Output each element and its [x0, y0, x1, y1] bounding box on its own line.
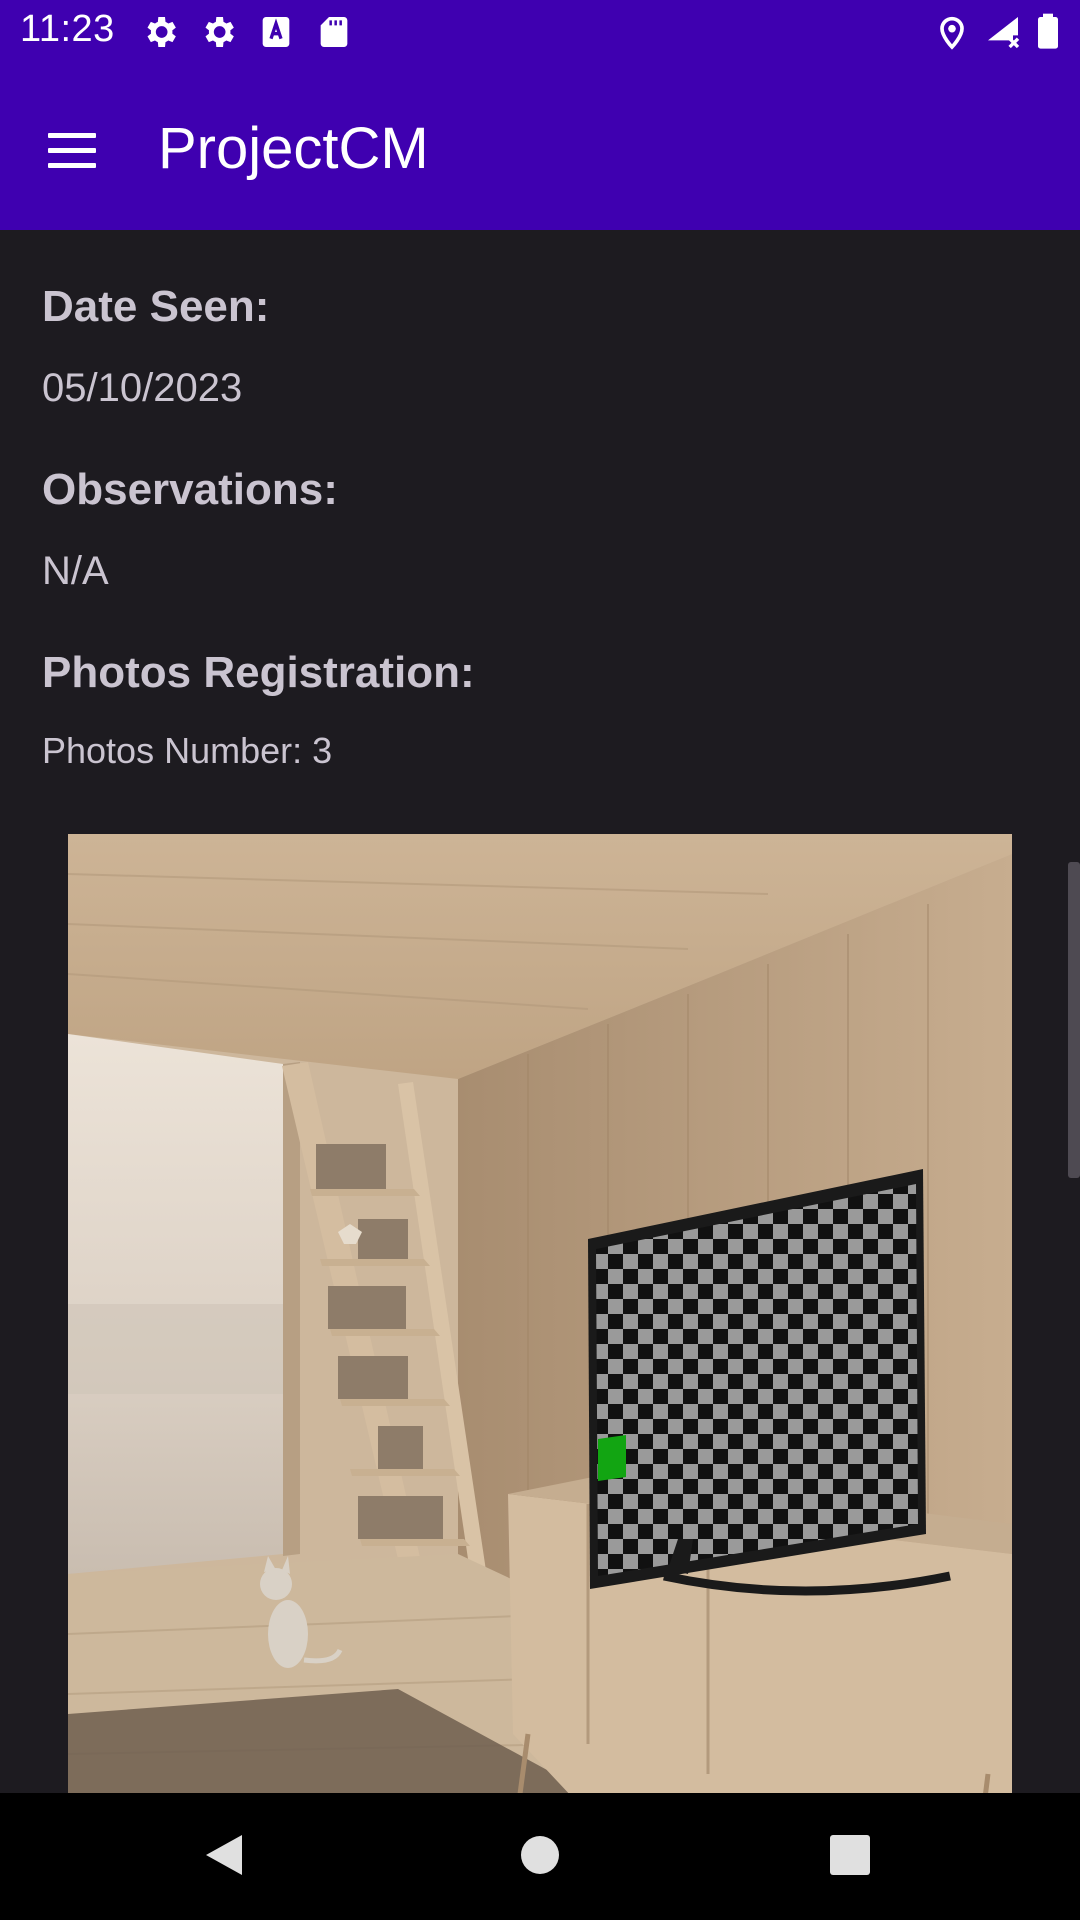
app-bar: ProjectCM — [0, 63, 1080, 230]
back-triangle-icon[interactable] — [184, 1813, 268, 1897]
scrollbar-thumb[interactable] — [1068, 862, 1080, 1178]
detail-content[interactable]: Date Seen: 05/10/2023 Observations: N/A … — [0, 230, 1080, 1793]
status-time: 11:23 — [20, 8, 115, 50]
gear-icon — [147, 17, 176, 47]
hamburger-menu-icon[interactable] — [34, 113, 110, 189]
sd-card-icon — [320, 17, 348, 47]
gear-icon — [205, 17, 234, 47]
room-photo-image[interactable] — [68, 834, 1012, 1793]
photos-registration-label: Photos Registration: — [42, 648, 475, 697]
date-seen-value: 05/10/2023 — [42, 366, 243, 410]
room-photo-illustration — [68, 834, 1012, 1793]
signal-no-data-icon — [988, 17, 1020, 49]
system-nav-bar — [0, 1793, 1080, 1920]
photos-number-text: Photos Number: 3 — [42, 730, 333, 771]
screen: 11:23 ProjectCM Date Seen: 05/10/2023 Ob… — [0, 0, 1080, 1920]
text-a-icon — [262, 17, 290, 47]
observations-value: N/A — [42, 549, 109, 593]
date-seen-label: Date Seen: — [42, 282, 270, 331]
battery-icon — [1038, 13, 1058, 49]
location-pin-icon — [940, 16, 964, 50]
home-circle-icon[interactable] — [498, 1813, 582, 1897]
status-bar: 11:23 — [0, 0, 1080, 63]
observations-label: Observations: — [42, 465, 338, 514]
recents-square-icon[interactable] — [808, 1813, 892, 1897]
app-title: ProjectCM — [158, 116, 429, 181]
